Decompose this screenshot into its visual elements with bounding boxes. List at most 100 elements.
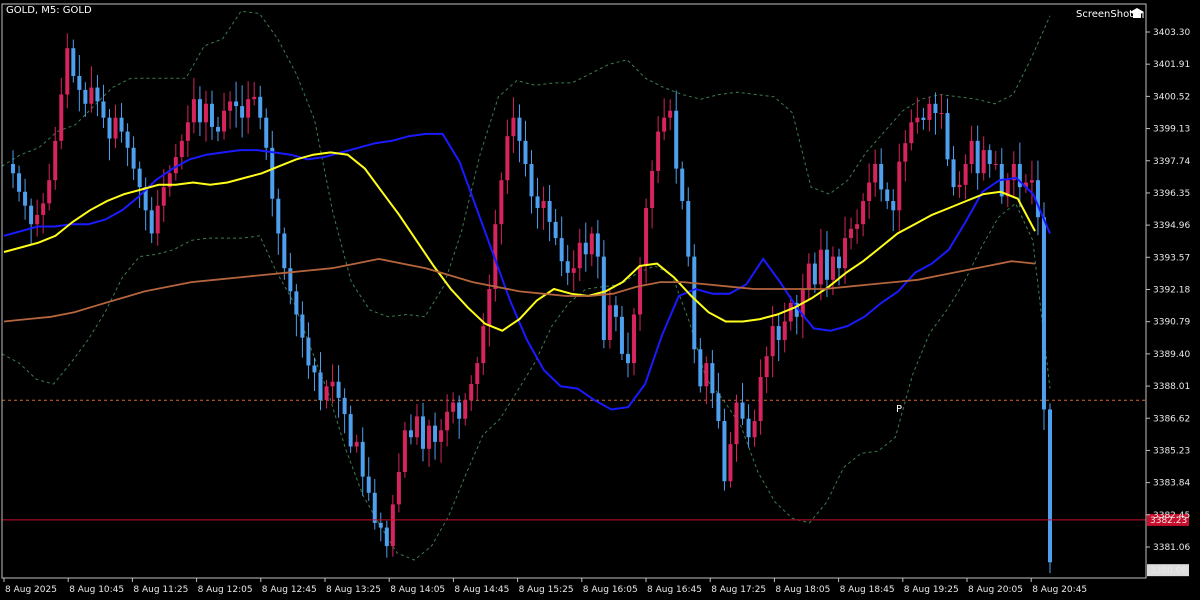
candle-body xyxy=(95,87,100,102)
y-tick-label: 3390.79 xyxy=(1153,318,1190,328)
candle-body xyxy=(306,337,311,366)
candle-body xyxy=(1048,409,1052,563)
y-tick-label: 3386.62 xyxy=(1153,414,1190,424)
candle-body xyxy=(644,207,649,266)
y-tick-label: 3397.74 xyxy=(1153,157,1190,167)
candle-body xyxy=(372,492,377,523)
candle-body xyxy=(873,163,878,183)
candle-body xyxy=(565,261,570,273)
candle-body xyxy=(843,238,848,269)
candle-body xyxy=(836,256,841,269)
candle-body xyxy=(83,89,88,104)
candle-body xyxy=(559,238,564,262)
candle-body xyxy=(396,471,401,505)
candle-body xyxy=(547,201,552,222)
candle-body xyxy=(258,96,263,118)
candle-body xyxy=(855,224,860,229)
candle-body xyxy=(191,99,196,123)
candle-body xyxy=(65,48,70,95)
candle-body xyxy=(451,402,456,412)
candle-body xyxy=(41,203,46,215)
candle-body xyxy=(830,256,835,280)
candle-body xyxy=(179,140,184,158)
candle-body xyxy=(445,411,450,431)
candle-body xyxy=(11,163,16,174)
candle-body xyxy=(583,242,588,255)
x-tick-label: 8 Aug 18:45 xyxy=(840,585,895,595)
y-tick-label: 3394.96 xyxy=(1153,221,1190,231)
candle-body xyxy=(523,140,528,164)
screenshot-label[interactable]: ScreenShot xyxy=(1076,9,1133,20)
candle-body xyxy=(161,187,166,206)
x-tick-label: 8 Aug 14:05 xyxy=(390,585,445,595)
candle-body xyxy=(728,444,733,482)
candle-body xyxy=(909,122,914,144)
candle-body xyxy=(354,441,359,447)
candle-body xyxy=(951,159,956,188)
candle-body xyxy=(945,113,950,160)
candle-body xyxy=(601,256,606,340)
candle-body xyxy=(378,522,383,528)
candle-body xyxy=(53,140,58,181)
y-tick-label: 3400.52 xyxy=(1153,92,1190,102)
candle-body xyxy=(1029,180,1034,183)
candle-body xyxy=(734,402,739,445)
candle-body xyxy=(457,402,462,419)
candle-body xyxy=(228,101,233,111)
candle-body xyxy=(957,184,962,188)
candle-body xyxy=(107,117,112,139)
pivot-label: P xyxy=(896,404,902,415)
candle-body xyxy=(981,150,986,174)
candle-body xyxy=(137,168,142,188)
candle-body xyxy=(113,117,118,139)
candle-body xyxy=(903,143,908,162)
candle-body xyxy=(427,425,432,449)
candle-body xyxy=(939,113,944,115)
candle-body xyxy=(330,381,335,387)
candle-body xyxy=(264,117,269,148)
candle-body xyxy=(101,101,106,118)
x-tick-label: 8 Aug 12:45 xyxy=(262,585,317,595)
candle-body xyxy=(746,418,751,438)
candle-body xyxy=(234,101,239,107)
candle-body xyxy=(270,147,275,199)
candle-body xyxy=(806,263,811,290)
candle-body xyxy=(625,353,630,364)
candle-body xyxy=(770,326,775,357)
y-tick-label: 3383.84 xyxy=(1153,479,1190,489)
candle-body xyxy=(209,103,214,127)
candle-body xyxy=(318,372,323,401)
candle-body xyxy=(197,99,202,123)
candle-body xyxy=(366,476,371,493)
candle-body xyxy=(433,425,438,442)
price-chart[interactable]: 3382.233380.06 3403.303401.913400.523399… xyxy=(0,0,1200,600)
candle-body xyxy=(300,314,305,338)
candle-body xyxy=(89,87,94,104)
candle-body xyxy=(294,291,299,315)
candle-body xyxy=(921,117,926,120)
candle-body xyxy=(668,110,673,118)
x-tick-label: 8 Aug 12:05 xyxy=(198,585,253,595)
candle-body xyxy=(408,430,413,438)
candle-body xyxy=(553,221,558,239)
candle-body xyxy=(475,363,480,384)
candle-body xyxy=(119,117,124,132)
candle-body xyxy=(752,421,757,438)
candle-body xyxy=(203,103,208,123)
candle-body xyxy=(481,326,486,364)
x-tick-label: 8 Aug 13:25 xyxy=(326,585,381,595)
candle-body xyxy=(463,400,468,419)
candle-body xyxy=(680,168,685,202)
candle-body xyxy=(698,349,703,387)
candle-body xyxy=(788,302,793,322)
y-tick-label: 3381.06 xyxy=(1153,543,1190,553)
candle-body xyxy=(59,94,64,141)
y-tick-label: 3393.57 xyxy=(1153,253,1190,263)
candle-body xyxy=(77,75,82,90)
candle-body xyxy=(246,99,251,118)
candle-body xyxy=(987,150,992,164)
candle-body xyxy=(740,402,745,419)
candle-body xyxy=(517,117,522,141)
candle-body xyxy=(963,163,968,185)
y-tick-label: 3403.30 xyxy=(1153,28,1190,38)
